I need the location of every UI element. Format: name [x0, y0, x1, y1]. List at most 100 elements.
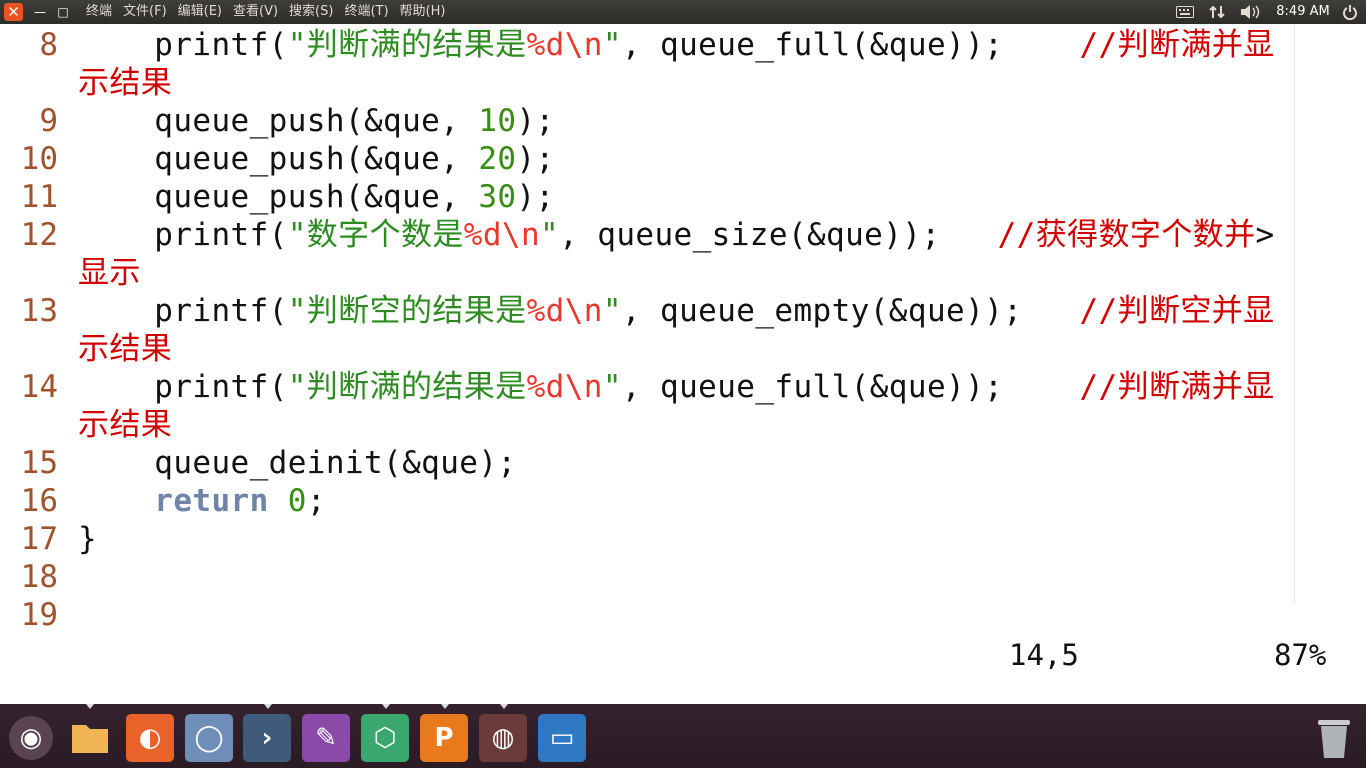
code-token: %d\n: [526, 369, 603, 405]
code-token: ;: [306, 483, 326, 519]
column-guide: [1294, 24, 1295, 604]
code-line[interactable]: queue_push(&que, 20);: [78, 140, 555, 178]
line-number: 14: [20, 369, 58, 405]
code-token: 示结果: [78, 331, 173, 367]
code-line[interactable]: 示结果: [78, 406, 172, 444]
chromium-icon[interactable]: ◯: [185, 714, 233, 762]
line-number: 18: [20, 559, 58, 595]
volume-icon[interactable]: [1238, 0, 1262, 24]
code-line[interactable]: 示结果: [78, 64, 172, 102]
code-line[interactable]: 显示: [78, 254, 141, 292]
menu-edit[interactable]: 编辑(E): [178, 0, 222, 24]
code-line[interactable]: return 0;: [78, 482, 326, 520]
keyboard-icon[interactable]: [1175, 0, 1195, 24]
running-indicator: [441, 704, 449, 709]
code-line[interactable]: queue_push(&que, 30);: [78, 178, 555, 216]
code-token: printf(: [78, 217, 288, 253]
code-token: "判断满的结果是: [287, 27, 527, 63]
line-number: 8: [39, 27, 58, 63]
menu-list: 终端 文件(F) 编辑(E) 查看(V) 搜索(S) 终端(T) 帮助(H): [86, 0, 445, 24]
code-token: %d\n: [463, 217, 541, 253]
firefox-icon[interactable]: ◐: [126, 714, 174, 762]
line-number: 12: [20, 217, 58, 253]
code-token: ": [602, 293, 622, 329]
menu-search[interactable]: 搜索(S): [289, 0, 333, 24]
paint-palette-icon[interactable]: ◍: [479, 714, 527, 762]
code-line[interactable]: queue_push(&que, 10);: [78, 102, 555, 140]
code-token: queue_push(&que,: [78, 103, 479, 139]
close-window-button[interactable]: ✕: [4, 3, 23, 21]
cursor-position: 14,5: [1009, 638, 1079, 672]
network-icon[interactable]: [1207, 0, 1227, 24]
menu-help[interactable]: 帮助(H): [400, 0, 446, 24]
code-line[interactable]: printf("数字个数是%d\n", queue_size(&que)); /…: [78, 216, 1275, 254]
code-token: , queue_empty(&que));: [621, 293, 1080, 329]
code-token: //判断满并显: [1079, 369, 1275, 405]
code-token: printf(: [78, 293, 288, 329]
code-line[interactable]: }: [78, 520, 97, 558]
code-token: printf(: [78, 27, 288, 63]
line-number: 17: [20, 521, 58, 557]
code-line[interactable]: printf("判断满的结果是%d\n", queue_full(&que));…: [78, 26, 1275, 64]
package-icon[interactable]: ⬡: [361, 714, 409, 762]
files-folder-icon[interactable]: [66, 714, 114, 762]
minimize-window-button[interactable]: —: [31, 0, 49, 24]
line-number: 11: [20, 179, 58, 215]
code-token: );: [516, 179, 555, 215]
power-icon[interactable]: [1340, 0, 1360, 24]
code-token: 0: [287, 483, 307, 519]
code-line[interactable]: printf("判断空的结果是%d\n", queue_empty(&que))…: [78, 292, 1275, 330]
maximize-window-button[interactable]: □: [54, 0, 72, 24]
menu-terminal[interactable]: 终端(T): [344, 0, 388, 24]
code-token: , queue_size(&que));: [559, 217, 998, 253]
code-token: //判断满并显: [1079, 27, 1275, 63]
code-token: //获得数字个数并: [997, 217, 1256, 253]
code-token: %d\n: [526, 27, 603, 63]
launcher-dock: ◉ ◐ ◯ › ✎ ⬡ P ◍ ▭: [0, 704, 1366, 768]
code-token: queue_push(&que,: [78, 141, 479, 177]
code-line[interactable]: 示结果: [78, 330, 172, 368]
code-token: );: [516, 141, 555, 177]
terminal-icon[interactable]: ›: [243, 714, 291, 762]
window-manager-icon[interactable]: ▭: [538, 714, 586, 762]
code-token: 显示: [78, 255, 141, 291]
running-indicator: [264, 704, 272, 709]
code-token: printf(: [78, 369, 288, 405]
running-indicator: [500, 704, 508, 709]
code-line[interactable]: printf("判断满的结果是%d\n", queue_full(&que));…: [78, 368, 1275, 406]
code-token: 30: [478, 179, 517, 215]
code-token: %d\n: [526, 293, 603, 329]
code-token: //判断空并显: [1079, 293, 1275, 329]
menu-view[interactable]: 查看(V): [233, 0, 278, 24]
code-token: "数字个数是: [287, 217, 464, 253]
running-indicator: [382, 704, 390, 709]
menu-file[interactable]: 文件(F): [123, 0, 167, 24]
clock[interactable]: 8:49 AM: [1272, 0, 1334, 24]
menu-app-terminal[interactable]: 终端: [86, 0, 112, 24]
presentation-icon[interactable]: P: [420, 714, 468, 762]
top-menu-bar: ✕ — □ 终端 文件(F) 编辑(E) 查看(V) 搜索(S) 终端(T) 帮…: [0, 0, 1366, 24]
text-editor-icon[interactable]: ✎: [302, 714, 350, 762]
code-token: queue_deinit(&que);: [78, 445, 517, 481]
code-token: , queue_full(&que));: [621, 27, 1080, 63]
code-token: , queue_full(&que));: [621, 369, 1080, 405]
line-number: 13: [20, 293, 58, 329]
trash-icon[interactable]: [1310, 714, 1358, 762]
code-token: 20: [478, 141, 517, 177]
ubuntu-logo-icon[interactable]: ◉: [9, 716, 53, 760]
scroll-percent: 87%: [1274, 638, 1327, 672]
code-token: >: [1255, 217, 1275, 253]
terminal-editor[interactable]: 8 printf("判断满的结果是%d\n", queue_full(&que)…: [0, 24, 1366, 642]
code-line[interactable]: queue_deinit(&que);: [78, 444, 516, 482]
code-token: return: [154, 483, 269, 519]
running-indicator: [86, 704, 94, 709]
code-token: 示结果: [78, 65, 173, 101]
line-number: 19: [20, 597, 58, 633]
line-number: 15: [20, 445, 58, 481]
code-token: 10: [478, 103, 517, 139]
code-token: ": [602, 369, 622, 405]
code-token: 示结果: [78, 407, 173, 443]
line-number: 10: [20, 141, 58, 177]
code-token: }: [78, 521, 98, 557]
